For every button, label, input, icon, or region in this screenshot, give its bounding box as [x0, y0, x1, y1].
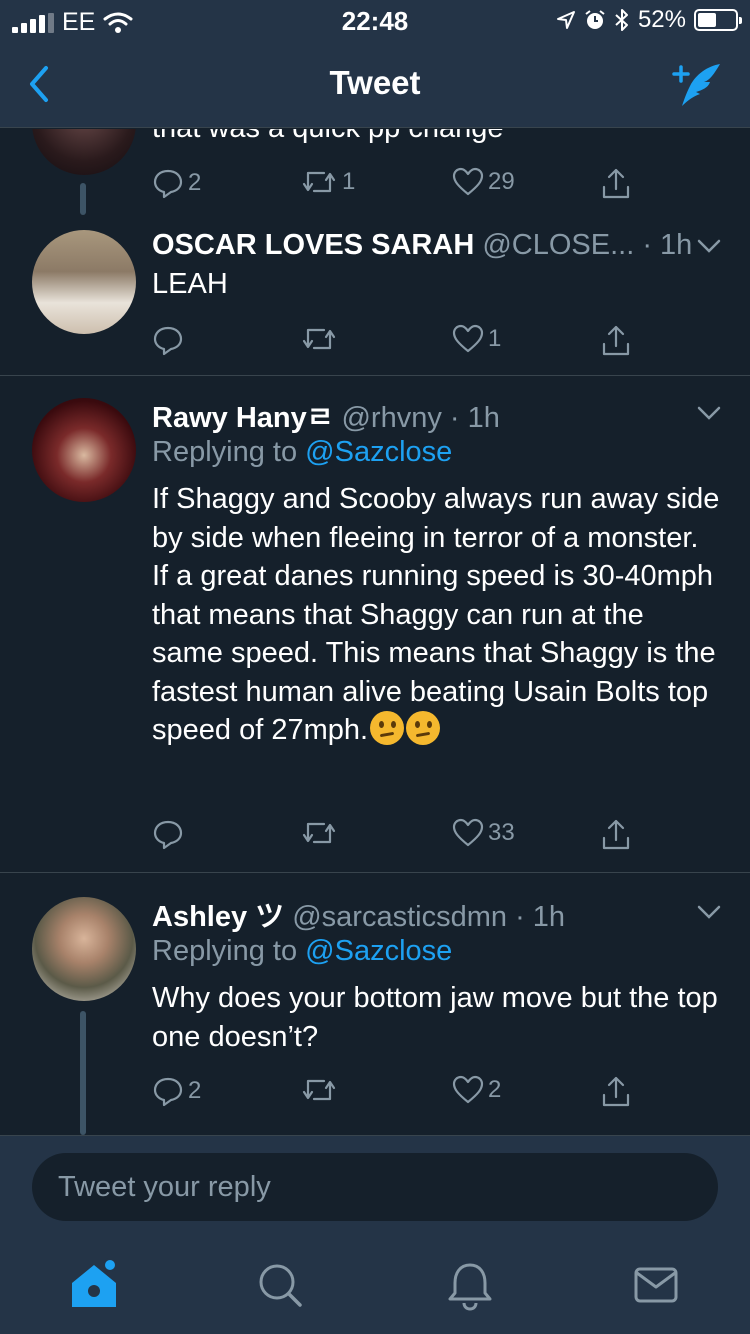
retweet-button[interactable]: 1 — [300, 167, 355, 197]
retweet-button[interactable] — [300, 1075, 342, 1105]
share-icon[interactable] — [600, 324, 632, 358]
tweet-actions: 2 1 29 — [152, 167, 652, 207]
heart-icon — [452, 818, 484, 847]
messages-icon[interactable] — [628, 1257, 684, 1313]
thinking-face-emoji — [370, 711, 405, 745]
retweet-count: 1 — [342, 168, 356, 195]
retweet-icon — [302, 822, 336, 844]
avatar[interactable] — [32, 230, 136, 334]
status-right: 52% — [556, 6, 742, 34]
share-icon[interactable] — [600, 1075, 632, 1109]
tweet-time: · 1h — [515, 901, 566, 933]
replying-to: Replying to @Sazclose — [152, 436, 452, 469]
page-title: Tweet — [329, 64, 421, 101]
reply-bar — [0, 1135, 750, 1235]
share-icon[interactable] — [600, 167, 632, 201]
chevron-down-icon[interactable] — [696, 404, 722, 422]
home-icon[interactable] — [66, 1257, 122, 1313]
reply-icon — [153, 820, 183, 850]
tweet-header: Ashley ツ @sarcasticsdmn · 1h — [152, 893, 565, 935]
tweet-item[interactable]: Ashley ツ @sarcasticsdmn · 1h Replying to… — [0, 873, 750, 1135]
chevron-down-icon[interactable] — [696, 237, 722, 255]
like-count: 2 — [488, 1076, 502, 1103]
thread-line — [80, 1011, 86, 1135]
like-count: 1 — [488, 325, 502, 352]
like-button[interactable]: 29 — [452, 167, 515, 197]
battery-percent: 52% — [637, 6, 686, 33]
replying-to-label: Replying to — [152, 436, 306, 468]
retweet-icon — [302, 328, 336, 350]
tweet-actions — [152, 376, 652, 416]
replying-to-mention[interactable]: @Sazclose — [305, 436, 452, 468]
reply-icon — [153, 1077, 183, 1107]
alarm-icon — [585, 10, 605, 29]
bluetooth-icon — [615, 9, 628, 31]
tweet-actions: 33 — [152, 818, 652, 858]
notifications-icon[interactable] — [442, 1257, 498, 1313]
thread-line — [80, 183, 86, 215]
author-handle[interactable]: @CLOSE... — [482, 229, 634, 261]
tweet-text: LEAH — [152, 268, 228, 300]
tweet-actions: 2 2 — [152, 1075, 652, 1115]
thinking-face-emoji — [406, 711, 441, 745]
reply-count: 2 — [188, 169, 202, 196]
share-icon[interactable] — [600, 818, 632, 852]
tweet-item[interactable]: Rawy Hanyㄹ @rhvny · 1h Replying to @Sazc… — [0, 376, 750, 872]
retweet-icon — [302, 171, 336, 193]
replying-to: Replying to @Sazclose — [152, 935, 452, 968]
author-handle[interactable]: @sarcasticsdmn — [292, 901, 507, 933]
tweet-text-content: If Shaggy and Scooby always run away sid… — [152, 483, 720, 746]
reply-input[interactable] — [32, 1153, 718, 1221]
like-button[interactable]: 2 — [452, 1075, 501, 1105]
tweet-time: · 1h — [642, 229, 693, 261]
tweet-text: that was a quick pp change — [152, 129, 722, 148]
tweet-item[interactable]: OSCAR LOVES SARAH @CLOSE... · 1h LEAH 1 — [0, 217, 750, 375]
chevron-down-icon[interactable] — [696, 903, 722, 921]
tweet-actions: 1 — [152, 324, 652, 364]
author-name[interactable]: OSCAR LOVES SARAH — [152, 229, 474, 261]
reply-count: 2 — [188, 1077, 202, 1104]
heart-icon — [452, 1075, 484, 1104]
status-bar: EE 22:48 52% — [0, 0, 750, 40]
heart-icon — [452, 167, 484, 196]
heart-icon — [452, 324, 484, 353]
search-icon[interactable] — [252, 1257, 308, 1313]
reply-icon — [153, 326, 183, 356]
replying-to-mention[interactable]: @Sazclose — [305, 935, 452, 967]
reply-button[interactable] — [152, 324, 188, 356]
nav-bar: Tweet — [0, 40, 750, 128]
tweet-header: OSCAR LOVES SARAH @CLOSE... · 1h — [152, 229, 692, 262]
retweet-button[interactable] — [300, 324, 342, 354]
retweet-icon — [302, 1079, 336, 1101]
location-icon — [556, 11, 575, 29]
avatar[interactable] — [32, 129, 136, 175]
like-count: 33 — [488, 819, 515, 846]
retweet-button[interactable] — [300, 818, 342, 848]
battery-icon — [694, 9, 742, 31]
reply-icon — [153, 169, 183, 199]
author-name[interactable]: Ashley ツ — [152, 901, 284, 933]
tweet-text: Why does your bottom jaw move but the to… — [152, 982, 718, 1053]
like-button[interactable]: 33 — [452, 818, 515, 848]
tweet-thread[interactable]: that was a quick pp change 2 1 29 OSCAR … — [0, 129, 750, 1135]
replying-to-label: Replying to — [152, 935, 306, 967]
compose-tweet-icon[interactable] — [670, 60, 724, 110]
reply-button[interactable]: 2 — [152, 1075, 201, 1107]
reply-button[interactable] — [152, 818, 188, 850]
like-count: 29 — [488, 168, 515, 195]
tweet-text: If Shaggy and Scooby always run away sid… — [152, 480, 722, 750]
tab-bar — [0, 1235, 750, 1334]
reply-button[interactable]: 2 — [152, 167, 201, 199]
avatar[interactable] — [32, 398, 136, 502]
avatar[interactable] — [32, 897, 136, 1001]
like-button[interactable]: 1 — [452, 324, 501, 354]
